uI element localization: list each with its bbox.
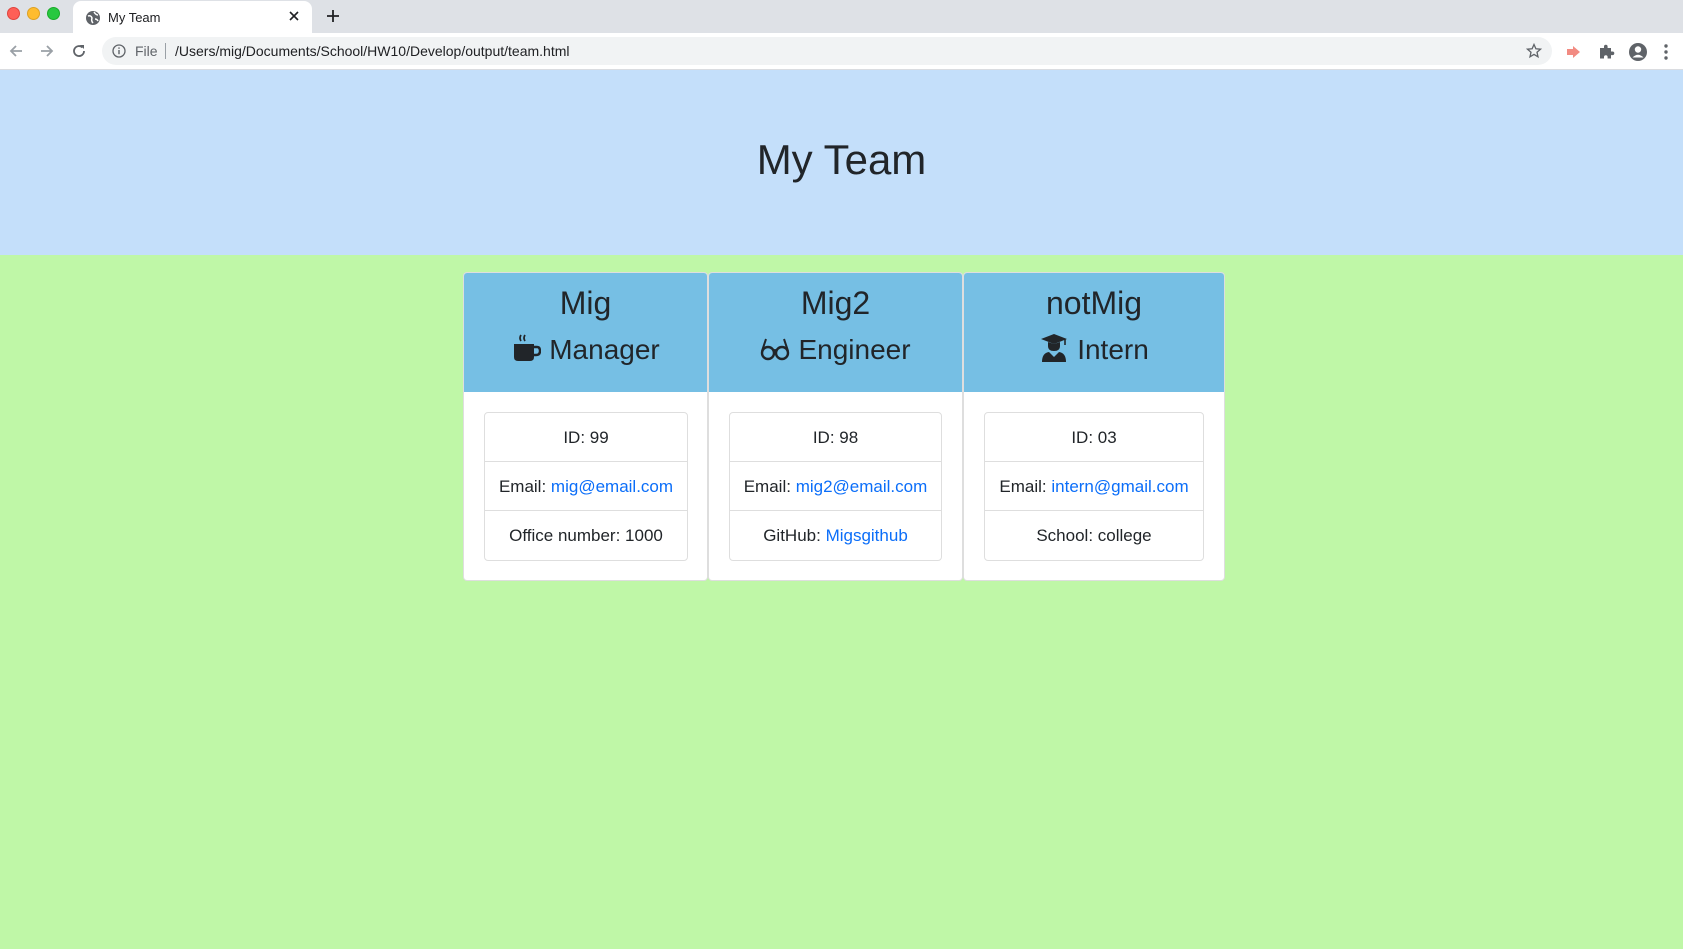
github-link[interactable]: Migsgithub bbox=[826, 526, 908, 545]
file-scheme-label: File bbox=[135, 43, 158, 59]
employee-id: ID: 99 bbox=[485, 413, 687, 462]
new-tab-icon[interactable] bbox=[325, 8, 341, 24]
github-row: GitHub: Migsgithub bbox=[730, 511, 941, 560]
email-prefix: Email: bbox=[743, 477, 796, 496]
employee-details-list: ID: 99 Email: mig@email.com Office numbe… bbox=[484, 412, 688, 561]
employee-details-list: ID: 03 Email: intern@gmail.com School: c… bbox=[984, 412, 1204, 561]
forward-arrow-icon[interactable] bbox=[38, 42, 56, 60]
browser-tabstrip: My Team bbox=[0, 0, 1683, 33]
page-title: My Team bbox=[756, 136, 927, 183]
kebab-menu-icon[interactable] bbox=[1662, 42, 1670, 62]
extension-arrow-icon[interactable] bbox=[1564, 42, 1584, 62]
role-label: Intern bbox=[1077, 334, 1149, 365]
employee-card-engineer: Mig2 Engineer ID: 98 Email: mig2@email.c… bbox=[708, 272, 963, 581]
reload-icon[interactable] bbox=[70, 42, 88, 60]
window-maximize-button[interactable] bbox=[47, 7, 60, 20]
email-prefix: Email: bbox=[999, 477, 1052, 496]
card-header: Mig Manager bbox=[464, 273, 707, 392]
employee-email-row: Email: intern@gmail.com bbox=[985, 462, 1203, 511]
role-label: Manager bbox=[549, 334, 660, 365]
employee-role: Engineer bbox=[709, 333, 962, 366]
window-close-button[interactable] bbox=[7, 7, 20, 20]
browser-toolbar: File /Users/mig/Documents/School/HW10/De… bbox=[0, 33, 1683, 70]
school: School: college bbox=[1036, 526, 1152, 545]
puzzle-icon[interactable] bbox=[1596, 42, 1616, 62]
globe-icon bbox=[86, 11, 100, 25]
employee-name: Mig bbox=[559, 285, 612, 321]
info-icon[interactable] bbox=[112, 44, 126, 58]
employee-role: Intern bbox=[964, 333, 1224, 366]
address-bar[interactable]: File /Users/mig/Documents/School/HW10/De… bbox=[102, 37, 1552, 65]
employee-role: Manager bbox=[464, 333, 707, 366]
back-arrow-icon[interactable] bbox=[7, 42, 25, 60]
employee-id: ID: 03 bbox=[985, 413, 1203, 462]
tab-title: My Team bbox=[108, 10, 161, 25]
divider bbox=[165, 43, 166, 59]
email-link[interactable]: mig@email.com bbox=[551, 477, 673, 496]
employee-email-row: Email: mig2@email.com bbox=[730, 462, 941, 511]
employee-id: ID: 98 bbox=[730, 413, 941, 462]
employee-details-list: ID: 98 Email: mig2@email.com GitHub: Mig… bbox=[729, 412, 942, 561]
bookmark-star-icon[interactable] bbox=[1526, 43, 1542, 59]
email-link[interactable]: mig2@email.com bbox=[796, 477, 928, 496]
page-header: My Team bbox=[0, 70, 1683, 255]
url-text[interactable]: /Users/mig/Documents/School/HW10/Develop… bbox=[175, 43, 570, 59]
card-header: notMig Intern bbox=[964, 273, 1224, 392]
employee-name: notMig bbox=[1045, 285, 1143, 321]
employee-card-manager: Mig Manager ID: 99 Email: mig@email.com … bbox=[463, 272, 708, 581]
profile-avatar-icon[interactable] bbox=[1628, 42, 1648, 62]
github-prefix: GitHub: bbox=[763, 526, 826, 545]
mug-icon bbox=[514, 334, 542, 361]
glasses-icon bbox=[761, 338, 790, 361]
email-prefix: Email: bbox=[498, 477, 551, 496]
employee-email-row: Email: mig@email.com bbox=[485, 462, 687, 511]
browser-tab[interactable]: My Team bbox=[73, 1, 312, 33]
email-link[interactable]: intern@gmail.com bbox=[1051, 477, 1188, 496]
employee-card-intern: notMig Intern ID: 03 Email: intern@gmail… bbox=[963, 272, 1225, 581]
employee-name: Mig2 bbox=[800, 285, 871, 321]
graduate-icon bbox=[1041, 334, 1068, 362]
office-number: Office number: 1000 bbox=[509, 526, 663, 545]
card-header: Mig2 Engineer bbox=[709, 273, 962, 392]
close-tab-icon[interactable] bbox=[286, 8, 302, 24]
window-minimize-button[interactable] bbox=[27, 7, 40, 20]
role-label: Engineer bbox=[798, 334, 911, 365]
